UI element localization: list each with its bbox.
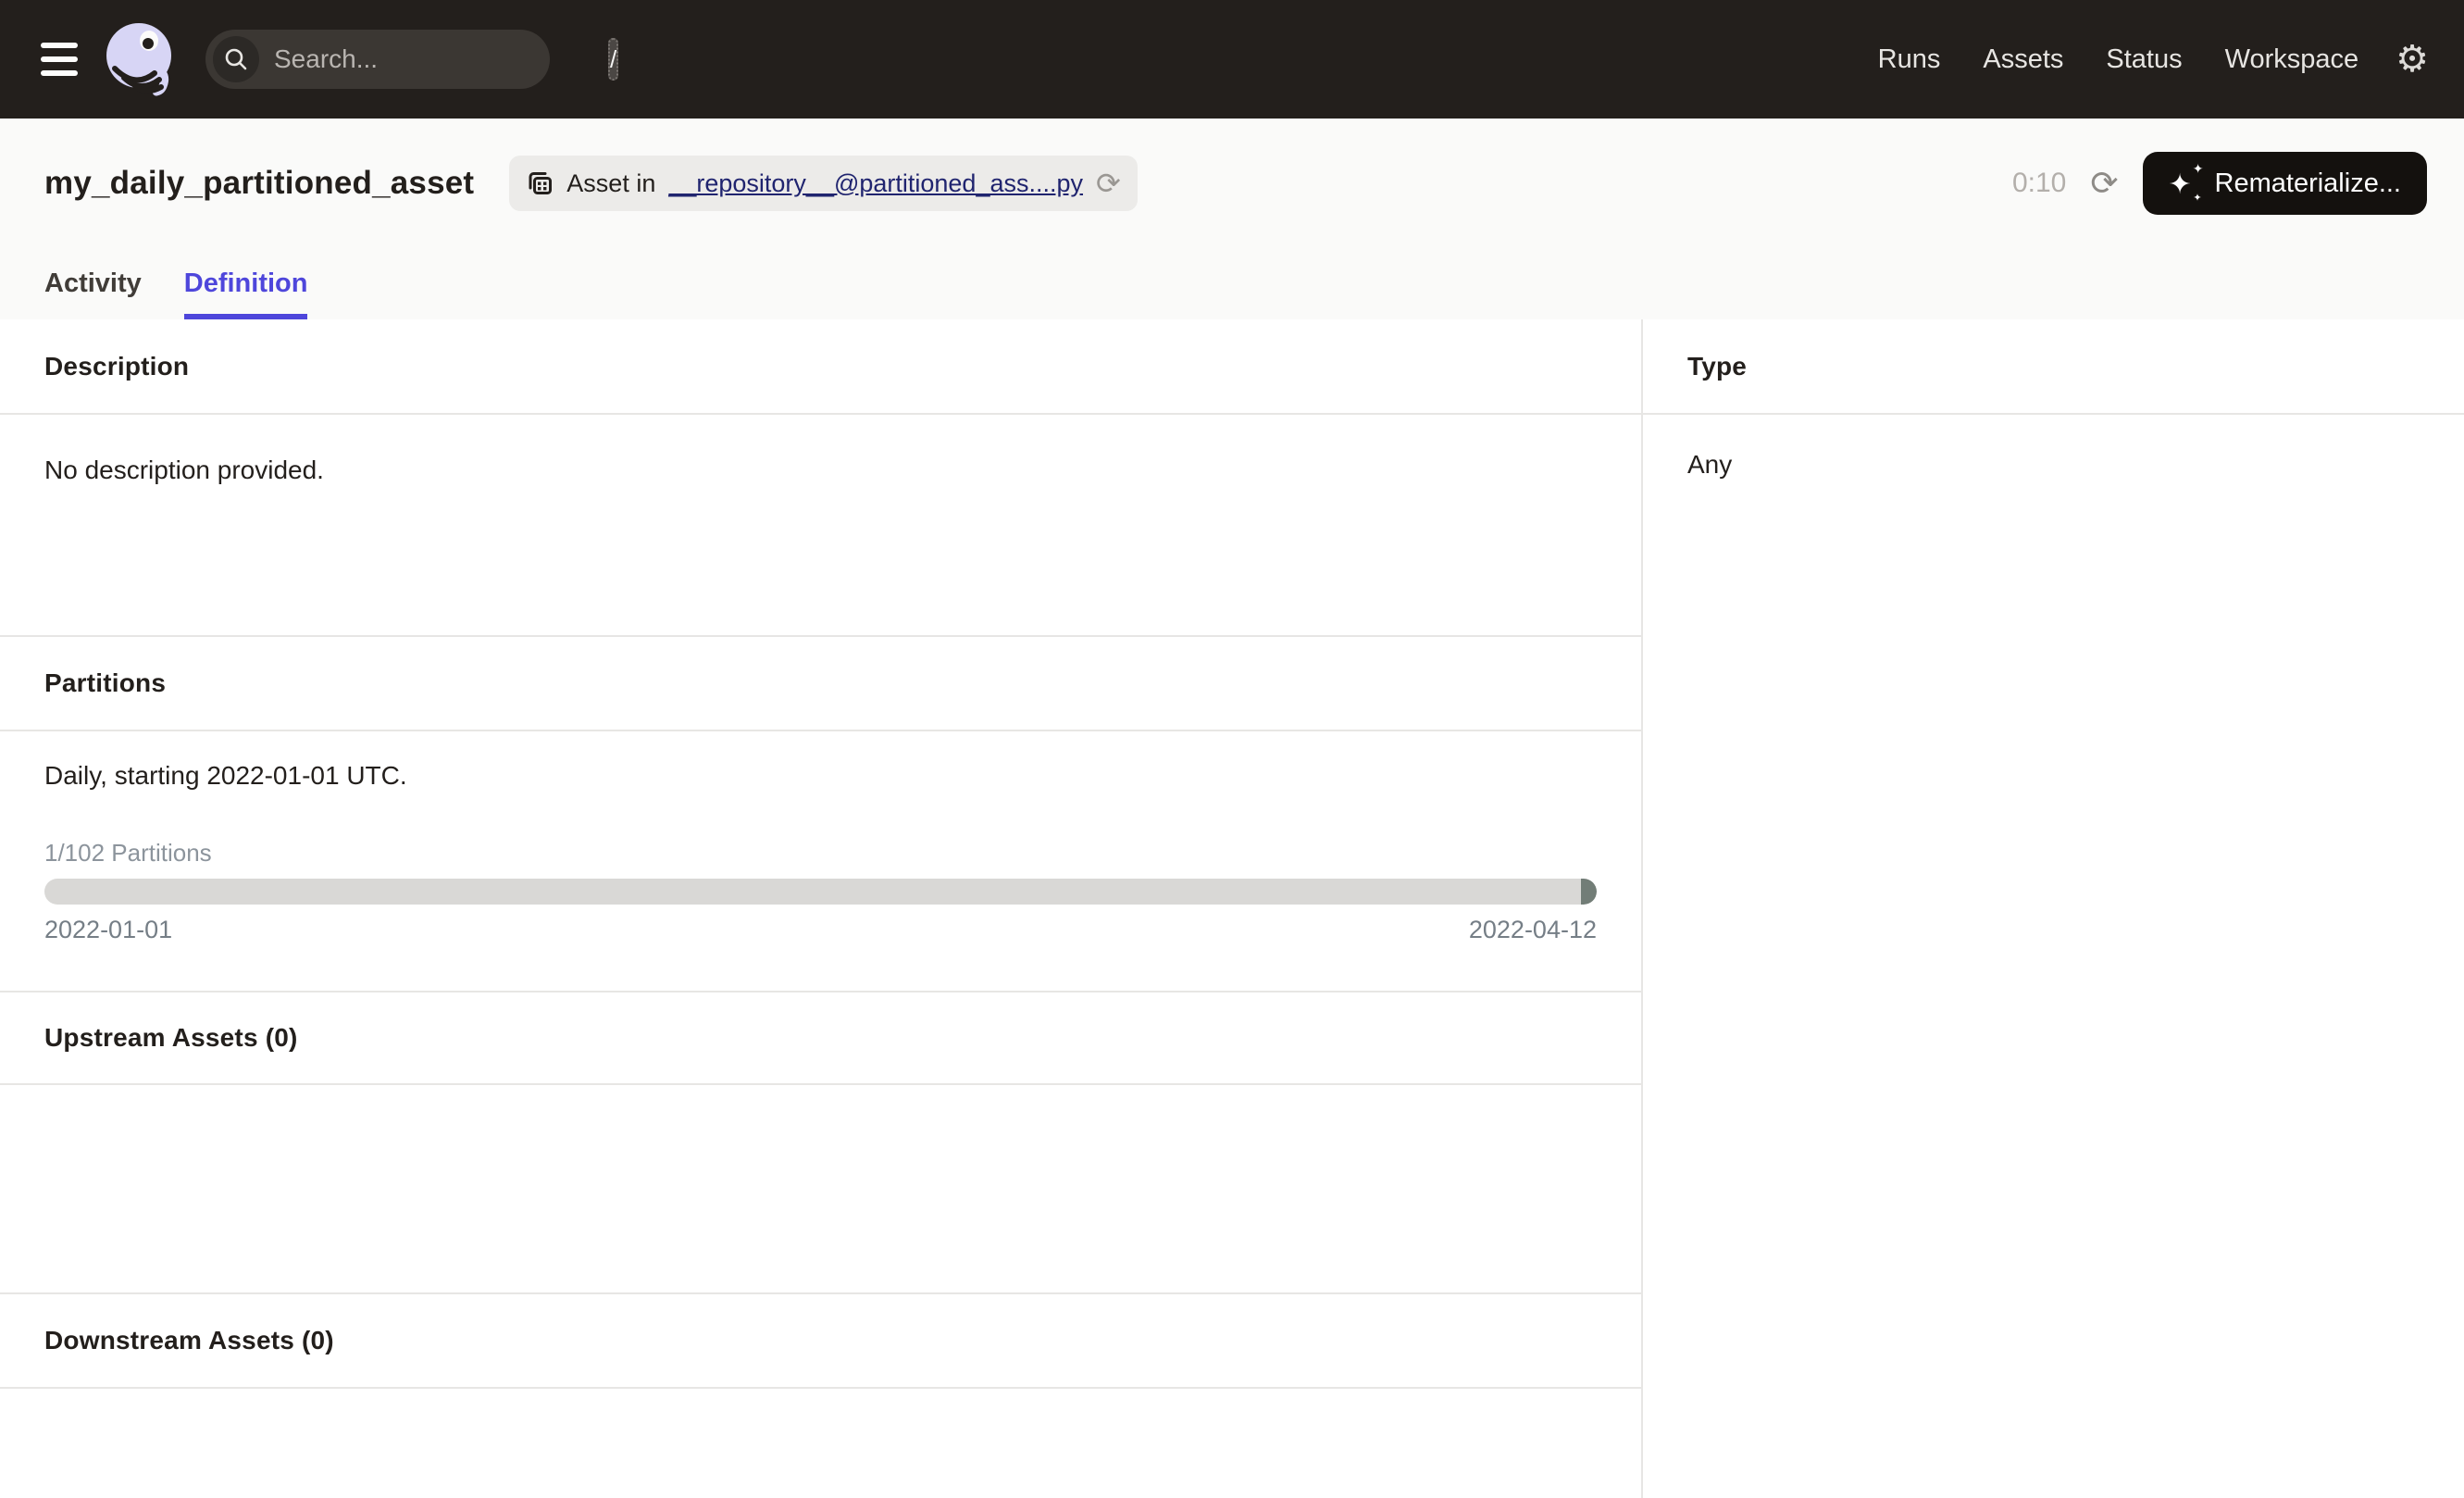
asset-chip-prefix: Asset in xyxy=(566,169,655,198)
dagster-logo-icon[interactable] xyxy=(104,17,178,102)
upstream-heading: Upstream Assets (0) xyxy=(44,1023,298,1053)
gear-icon[interactable]: ⚙ xyxy=(2396,41,2429,78)
type-body: Any xyxy=(1643,415,2464,480)
page-header: my_daily_partitioned_asset Asset in __re… xyxy=(0,119,2464,319)
partitions-section-header: Partitions xyxy=(0,637,1641,731)
refresh-icon[interactable]: ⟳ xyxy=(2090,167,2118,200)
partitions-heading: Partitions xyxy=(44,668,166,698)
tab-activity[interactable]: Activity xyxy=(44,268,142,319)
upstream-empty-body xyxy=(0,1085,1641,1294)
description-body: No description provided. xyxy=(0,415,1641,637)
description-heading: Description xyxy=(44,352,189,381)
partition-range-start: 2022-01-01 xyxy=(44,916,172,944)
type-section-header: Type xyxy=(1643,319,2464,415)
asset-repository-link[interactable]: __repository__@partitioned_ass....py xyxy=(668,169,1083,198)
partitions-progress-materialized-tip xyxy=(1581,879,1597,905)
definition-right-panel: Type Any xyxy=(1643,319,2464,1498)
nav-link-runs[interactable]: Runs xyxy=(1878,44,1941,75)
nav-link-assets[interactable]: Assets xyxy=(1983,44,2063,75)
tab-bar: Activity Definition xyxy=(44,268,307,319)
search-input[interactable] xyxy=(274,44,608,74)
main-content: Description No description provided. Par… xyxy=(0,319,2464,1498)
menu-icon[interactable] xyxy=(41,43,78,76)
partitions-body: Daily, starting 2022-01-01 UTC. 1/102 Pa… xyxy=(0,731,1641,992)
definition-left-panel: Description No description provided. Par… xyxy=(0,319,1643,1498)
type-value: Any xyxy=(1687,450,1732,479)
rematerialize-button[interactable]: ✦ ✦ ✦ Rematerialize... xyxy=(2143,152,2427,215)
search-shortcut-key: / xyxy=(608,38,618,81)
downstream-heading: Downstream Assets (0) xyxy=(44,1326,334,1355)
refresh-timer: 0:10 xyxy=(2012,168,2066,199)
search-icon xyxy=(213,36,259,82)
asset-group-icon xyxy=(526,169,554,197)
downstream-section-header: Downstream Assets (0) xyxy=(0,1294,1641,1389)
app-screen: / Runs Assets Status Workspace ⚙ my_dail… xyxy=(0,0,2464,1498)
reload-icon[interactable]: ⟳ xyxy=(1096,169,1121,198)
partitions-count-label: 1/102 Partitions xyxy=(44,839,1597,868)
description-section-header: Description xyxy=(0,319,1641,415)
type-heading: Type xyxy=(1687,352,1747,381)
tab-definition[interactable]: Definition xyxy=(184,268,308,319)
nav-link-status[interactable]: Status xyxy=(2106,44,2182,75)
search-bar[interactable]: / xyxy=(205,30,550,89)
partition-range-end: 2022-04-12 xyxy=(1469,916,1597,944)
page-title: my_daily_partitioned_asset xyxy=(44,165,474,202)
partitions-definition-text: Daily, starting 2022-01-01 UTC. xyxy=(44,761,1597,791)
nav-link-workspace[interactable]: Workspace xyxy=(2225,44,2359,75)
description-text: No description provided. xyxy=(44,456,324,484)
sparkles-icon: ✦ ✦ ✦ xyxy=(2169,167,2200,200)
upstream-section-header: Upstream Assets (0) xyxy=(0,992,1641,1085)
nav-links: Runs Assets Status Workspace xyxy=(1878,44,2358,75)
asset-location-chip[interactable]: Asset in __repository__@partitioned_ass.… xyxy=(509,156,1138,211)
rematerialize-label: Rematerialize... xyxy=(2215,169,2401,199)
partitions-progress-bar[interactable] xyxy=(44,879,1597,905)
top-navbar: / Runs Assets Status Workspace ⚙ xyxy=(0,0,2464,119)
